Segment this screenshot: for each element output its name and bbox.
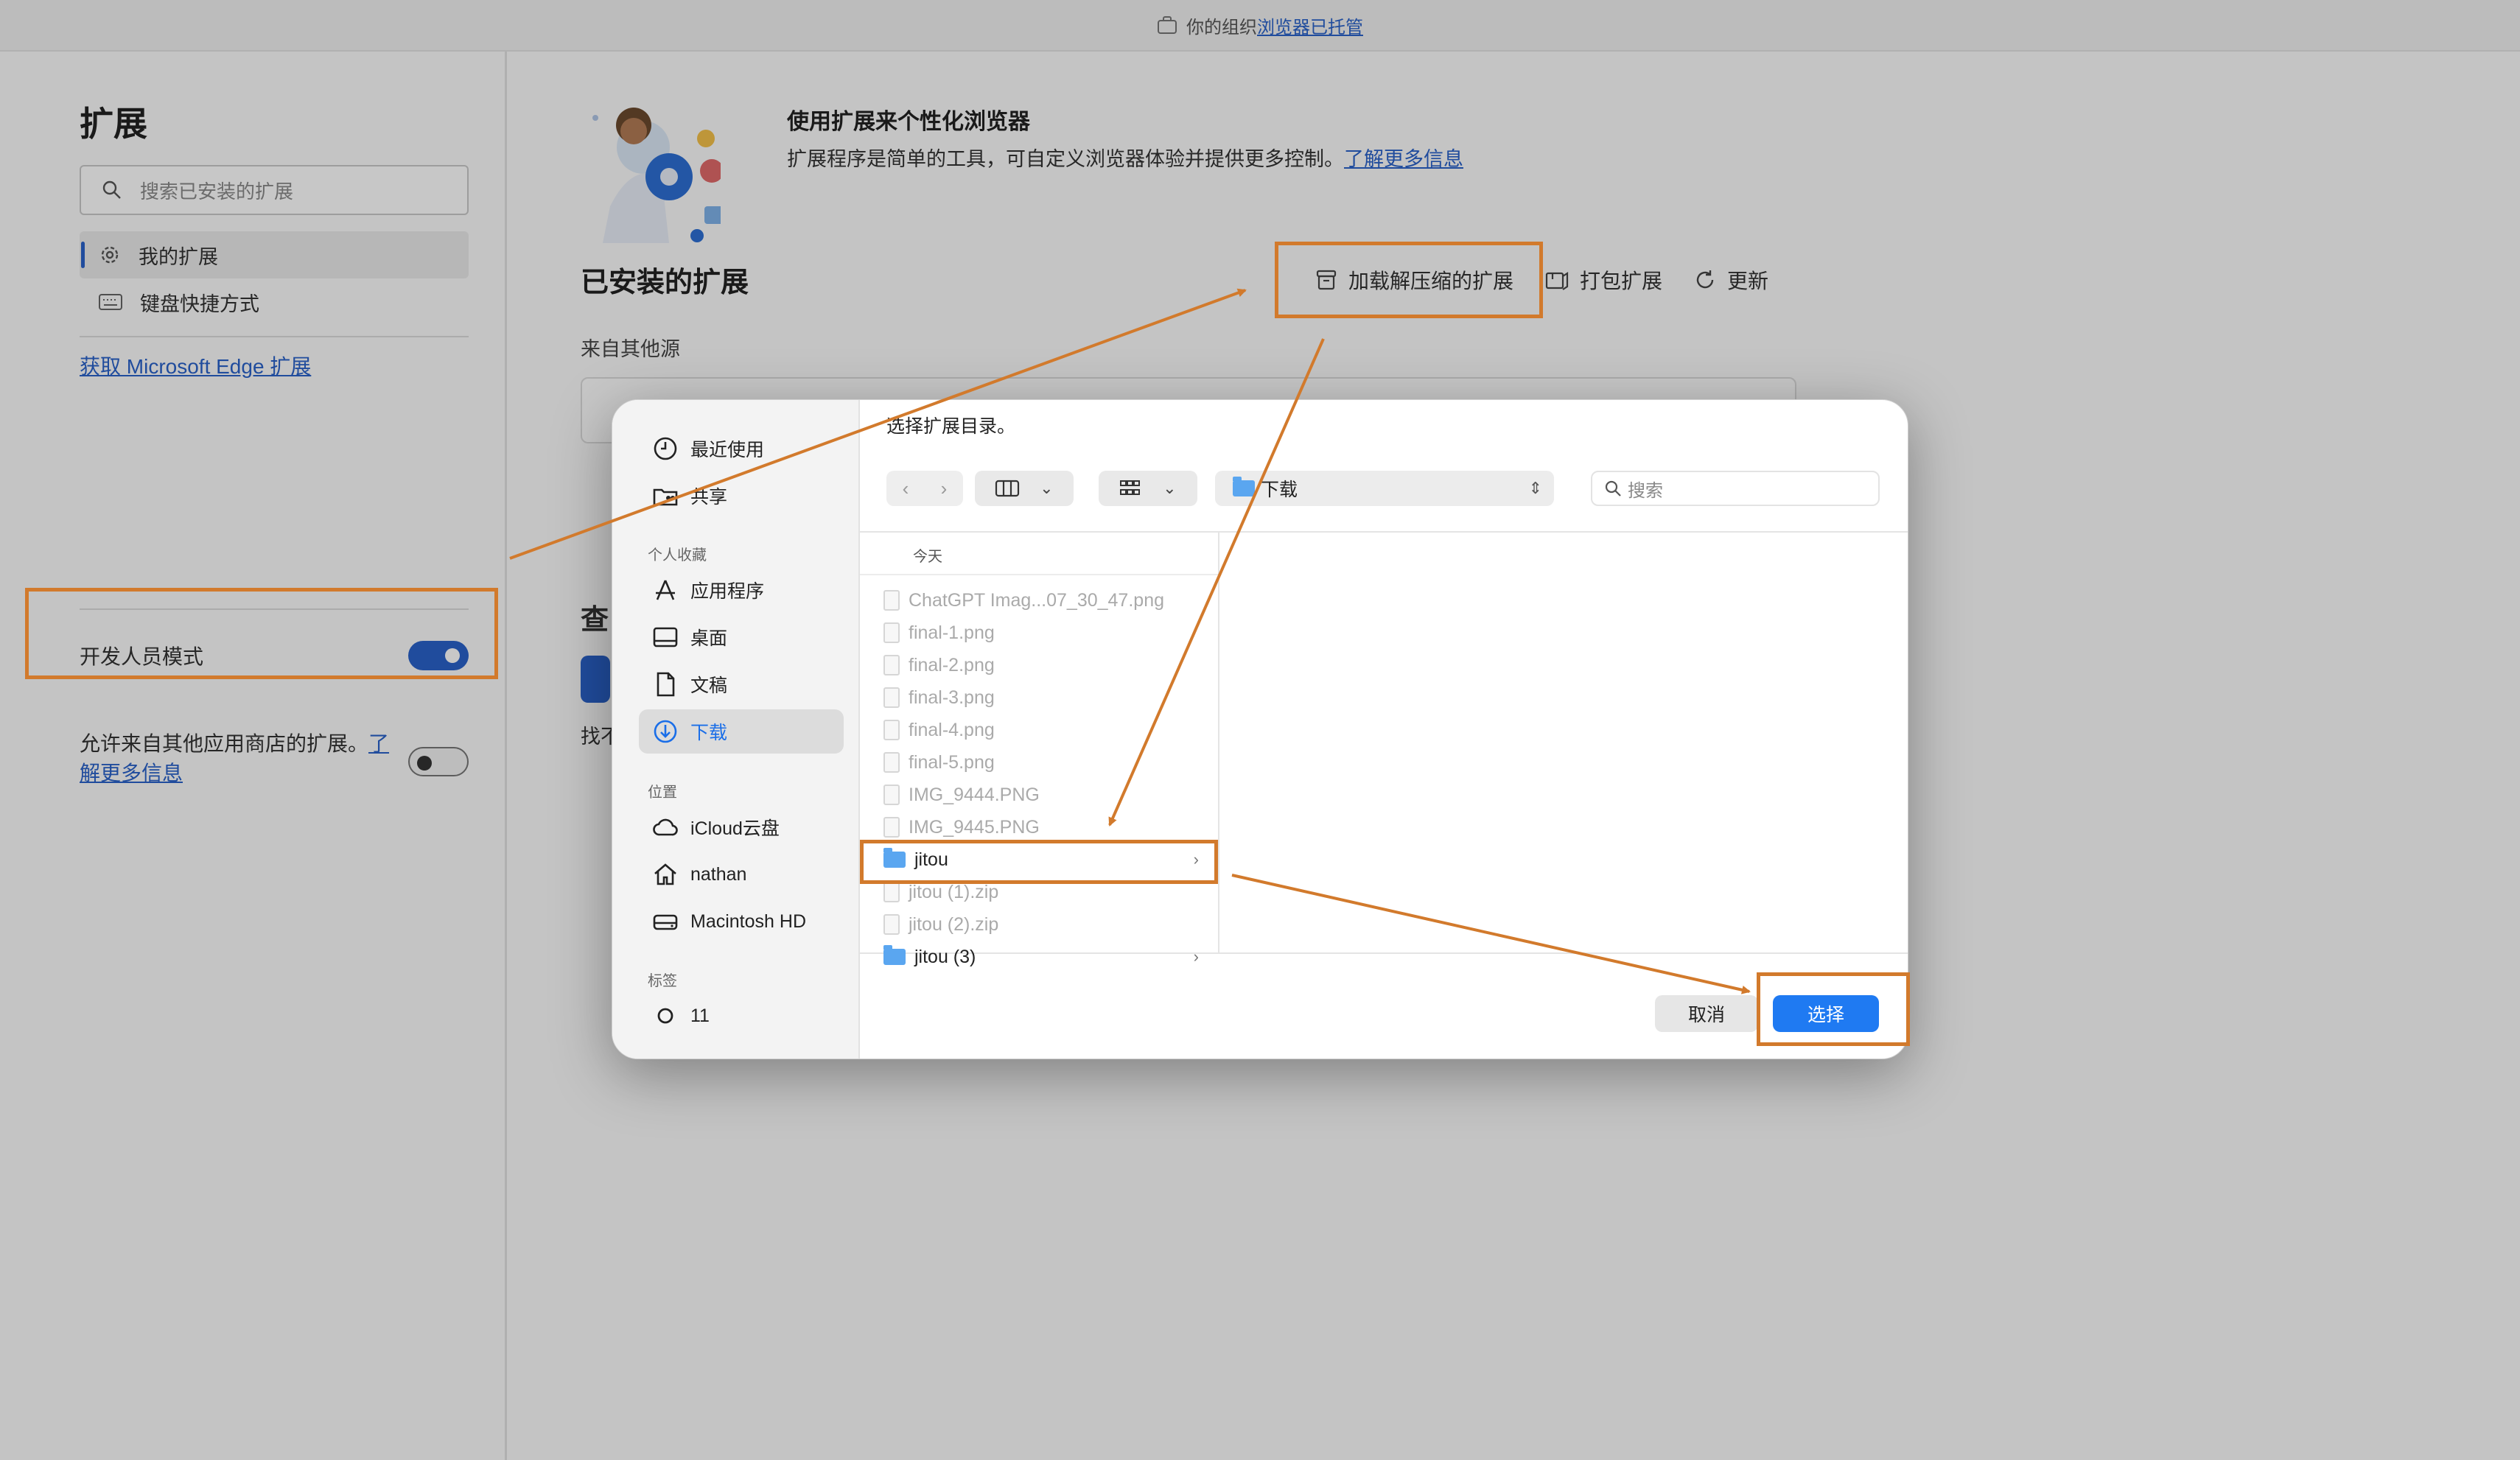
file-name: final-3.png (909, 687, 995, 708)
file-icon (883, 914, 900, 935)
back-forward-buttons[interactable]: ‹ › (886, 471, 963, 506)
file-name: final-5.png (909, 751, 995, 773)
column-group-header: 今天 (913, 549, 942, 565)
file-row[interactable]: final-2.png (860, 649, 1218, 681)
finder-sidebar-shared[interactable]: 共享 (639, 474, 844, 518)
file-icon (883, 720, 900, 740)
folder-icon (1233, 477, 1255, 496)
locations-section-label: 位置 (648, 785, 677, 801)
columns-icon (995, 480, 1020, 497)
file-icon (883, 817, 900, 838)
file-icon (883, 882, 900, 902)
finder-sidebar: 最近使用 共享 个人收藏 应用程序 桌面 文稿 下载 位置 iCloud云盘 n… (612, 400, 860, 1059)
folder-row[interactable]: jitou (3) › (860, 941, 1218, 973)
finder-sidebar-label: iCloud云盘 (690, 818, 780, 839)
folder-icon (883, 945, 906, 965)
file-name: final-1.png (909, 622, 995, 643)
dialog-search-input[interactable]: 搜索 (1591, 471, 1880, 506)
dialog-title: 选择扩展目录。 (886, 416, 1016, 437)
finder-sidebar-desktop[interactable]: 桌面 (639, 615, 844, 659)
back-chevron-icon[interactable]: ‹ (903, 477, 909, 500)
updown-chevron-icon: ⇕ (1528, 479, 1542, 497)
desktop-icon (653, 627, 678, 647)
chevron-down-icon: ⌄ (1040, 479, 1054, 497)
chevron-right-icon: › (1193, 947, 1199, 966)
apps-icon (656, 580, 675, 600)
tag-circle-icon (657, 1008, 673, 1024)
file-row[interactable]: final-1.png (860, 617, 1218, 649)
file-row[interactable]: IMG_9444.PNG (860, 779, 1218, 811)
file-name: jitou (3) (914, 946, 976, 967)
chevron-down-icon: ⌄ (1163, 479, 1177, 497)
file-icon (883, 752, 900, 773)
disk-icon (653, 914, 678, 930)
finder-sidebar-downloads[interactable]: 下载 (639, 709, 844, 754)
file-icon (883, 687, 900, 708)
finder-sidebar-documents[interactable]: 文稿 (639, 662, 844, 706)
finder-sidebar-label: 共享 (690, 487, 728, 508)
finder-sidebar-icloud[interactable]: iCloud云盘 (639, 805, 844, 849)
finder-sidebar-label: 文稿 (690, 675, 728, 696)
current-folder-label: 下载 (1261, 480, 1298, 500)
file-row[interactable]: final-5.png (860, 746, 1218, 779)
finder-sidebar-macintosh-hd[interactable]: Macintosh HD (639, 899, 844, 944)
choose-button[interactable]: 选择 (1773, 995, 1879, 1032)
file-name: final-4.png (909, 719, 995, 740)
file-icon (883, 785, 900, 805)
finder-sidebar-recents[interactable]: 最近使用 (639, 427, 844, 471)
file-name: final-2.png (909, 654, 995, 675)
cancel-button[interactable]: 取消 (1655, 995, 1758, 1032)
column-separator (1218, 531, 1219, 952)
grid-icon (1120, 480, 1141, 495)
folder-icon (883, 848, 906, 868)
finder-sidebar-label: nathan (690, 863, 747, 885)
shared-folder-icon (653, 488, 678, 506)
finder-sidebar-label: 11 (690, 1005, 710, 1026)
file-row[interactable]: IMG_9445.PNG (860, 811, 1218, 843)
choose-directory-dialog: 最近使用 共享 个人收藏 应用程序 桌面 文稿 下载 位置 iCloud云盘 n… (612, 399, 1908, 1059)
file-row[interactable]: jitou (1).zip (860, 876, 1218, 908)
file-icon (883, 655, 900, 675)
finder-sidebar-label: Macintosh HD (690, 910, 806, 932)
favorites-section-label: 个人收藏 (648, 547, 707, 564)
finder-sidebar-applications[interactable]: 应用程序 (639, 568, 844, 612)
home-icon (654, 863, 676, 885)
cloud-icon (653, 818, 678, 836)
file-icon (883, 622, 900, 643)
finder-sidebar-label: 下载 (690, 723, 728, 743)
group-view-button[interactable]: ⌄ (1099, 471, 1197, 506)
file-name: jitou (2).zip (909, 913, 999, 935)
file-name: jitou (914, 849, 948, 870)
finder-sidebar-tag-11[interactable]: 11 (639, 994, 844, 1038)
search-icon (1605, 480, 1621, 496)
file-row[interactable]: jitou (2).zip (860, 908, 1218, 941)
file-icon (883, 590, 900, 611)
file-name: ChatGPT Imag...07_30_47.png (909, 589, 1164, 611)
download-icon (654, 720, 677, 743)
search-placeholder: 搜索 (1628, 480, 1663, 501)
column-view-button[interactable]: ⌄ (975, 471, 1074, 506)
file-name: jitou (1).zip (909, 881, 999, 902)
tags-section-label: 标签 (648, 973, 677, 989)
document-icon (657, 672, 675, 697)
chevron-right-icon: › (1193, 850, 1199, 868)
divider (860, 531, 1908, 533)
file-name: IMG_9445.PNG (909, 816, 1040, 838)
finder-sidebar-home[interactable]: nathan (639, 852, 844, 896)
location-popup[interactable]: 下载 ⇕ (1215, 471, 1554, 506)
folder-row[interactable]: jitou › (860, 843, 1218, 876)
file-row[interactable]: final-3.png (860, 681, 1218, 714)
file-row[interactable]: ChatGPT Imag...07_30_47.png (860, 584, 1218, 617)
file-row[interactable]: final-4.png (860, 714, 1218, 746)
finder-sidebar-label: 最近使用 (690, 440, 765, 460)
finder-sidebar-label: 应用程序 (690, 581, 765, 602)
forward-chevron-icon[interactable]: › (941, 477, 948, 500)
divider (860, 574, 1218, 575)
clock-icon (654, 437, 677, 460)
finder-sidebar-label: 桌面 (690, 628, 728, 649)
file-name: IMG_9444.PNG (909, 784, 1040, 805)
